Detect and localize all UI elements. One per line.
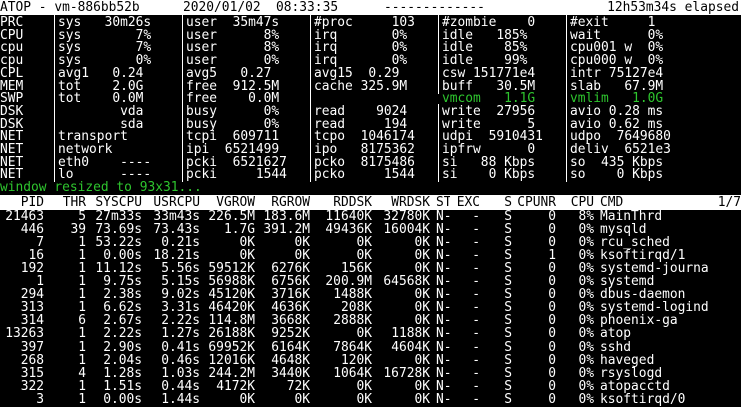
process-row[interactable]: 3 1 0.00s 1.44s 0K 0K 0K 0K N- - S 0 0% ksoftirqd/0 xyxy=(0,392,741,407)
column-header-cpu[interactable]: CPU xyxy=(556,195,594,210)
column-header-wrdsk[interactable]: WRDSK xyxy=(372,195,430,210)
process-header-row[interactable]: PID THR SYSCPU USRCPU VGROW RGROW RDDSK WRDSK ST… xyxy=(0,195,741,210)
status-message: window resized to 93x31... xyxy=(0,180,202,195)
cell-vgrow: 0K xyxy=(239,391,255,407)
cell-exc: - xyxy=(472,391,480,407)
cell-wrdsk: 0K xyxy=(414,391,430,407)
column-header-rddsk[interactable]: RDDSK xyxy=(310,195,372,210)
column-header-s[interactable]: S xyxy=(480,195,512,210)
cell-pid: 3 xyxy=(36,391,44,407)
date-label: 2020/01/02 xyxy=(183,0,261,15)
time-label: 08:33:35 xyxy=(276,0,339,15)
column-header-vgrow[interactable]: VGROW xyxy=(200,195,255,210)
elapsed-label: 12h53m34s elapsed xyxy=(607,0,739,15)
column-header-rgrow[interactable]: RGROW xyxy=(255,195,310,210)
cell-cpu: 0% xyxy=(578,391,594,407)
cell-rgrow: 0K xyxy=(294,391,310,407)
window-title: ATOP - vm-886bb52b xyxy=(0,0,140,15)
title-bar: ATOP - vm-886bb52b 2020/01/02 08:33:35 ----… xyxy=(0,0,741,15)
cell-cpunr: 0 xyxy=(548,391,556,407)
column-header-st[interactable]: ST xyxy=(430,195,450,210)
cell-syscpu: 0.00s xyxy=(103,391,142,407)
column-header-cpunr[interactable]: CPUNR xyxy=(512,195,556,210)
column-header-usrcpu[interactable]: USRCPU xyxy=(142,195,200,210)
cell-usrcpu: 1.44s xyxy=(161,391,200,407)
cell-cmd: ksoftirqd/0 xyxy=(600,391,686,407)
column-header-pid[interactable]: PID xyxy=(0,195,44,210)
column-header-cmd[interactable]: CMD xyxy=(594,195,714,210)
atop-terminal[interactable]: ATOP - vm-886bb52b 2020/01/02 08:33:35 ----… xyxy=(0,0,741,407)
separator-dashes: ------------- xyxy=(384,0,485,15)
column-header-exc[interactable]: EXC xyxy=(450,195,480,210)
cell-rddsk: 0K xyxy=(356,391,372,407)
cell-thr: 1 xyxy=(78,391,86,407)
column-header-syscpu[interactable]: SYSCPU xyxy=(86,195,142,210)
page-indicator: 1/7 xyxy=(717,195,741,210)
cell-s: S xyxy=(504,391,512,407)
cell-st: N- xyxy=(436,391,450,407)
column-header-thr[interactable]: THR xyxy=(44,195,86,210)
